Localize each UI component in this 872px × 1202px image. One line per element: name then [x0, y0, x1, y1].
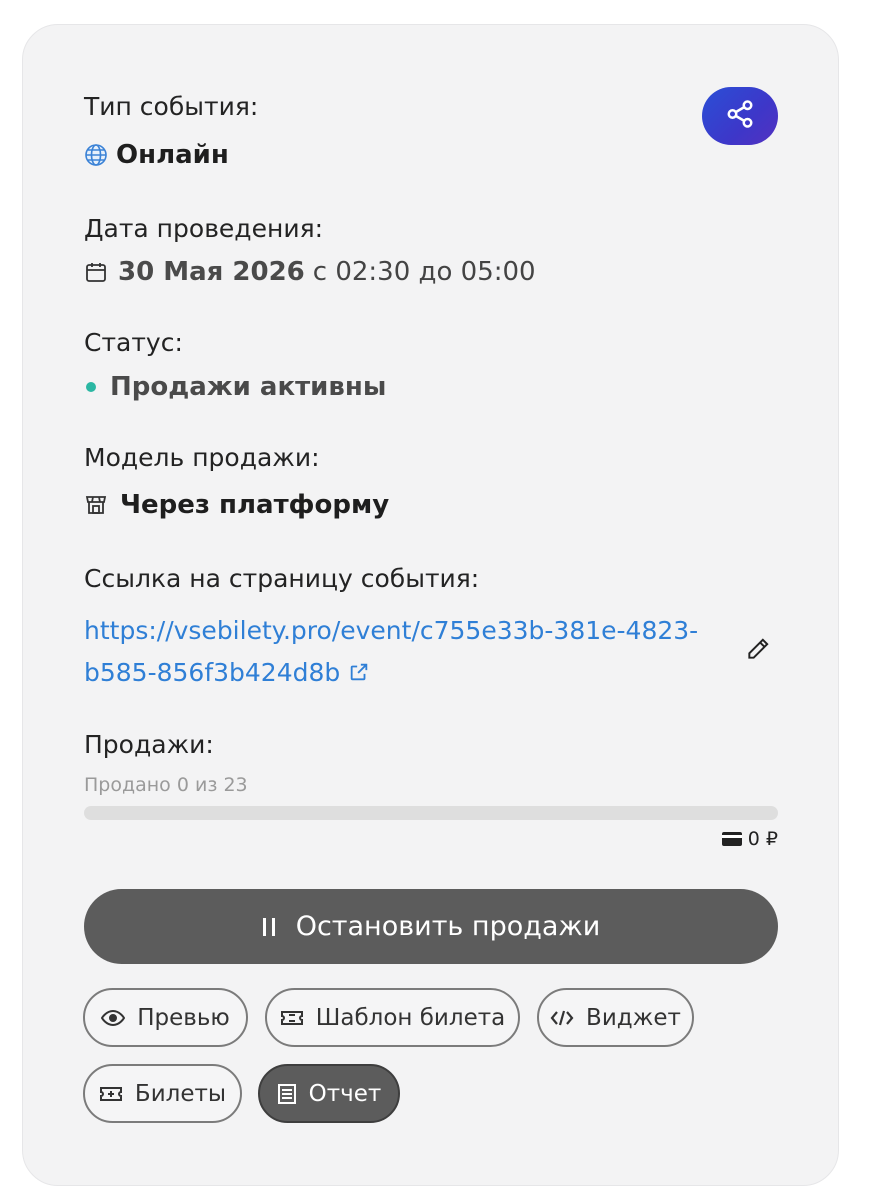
sales-model-text: Через платформу [120, 490, 390, 520]
stop-sales-label: Остановить продажи [295, 911, 601, 942]
share-icon [725, 99, 755, 133]
tickets-label: Билеты [134, 1080, 227, 1107]
calendar-icon [84, 260, 108, 284]
wallet-icon [721, 830, 743, 848]
globe-icon [84, 143, 108, 167]
event-link-line2[interactable]: b585-856f3b424d8b [84, 658, 340, 687]
sales-model-value: Через платформу [84, 490, 389, 520]
event-link-line1[interactable]: https://vsebilety.pro/event/c755e33b-381… [84, 616, 698, 645]
pencil-icon[interactable] [745, 636, 771, 666]
code-icon [550, 1008, 574, 1028]
time-text: с 02:30 до 05:00 [312, 257, 536, 287]
report-icon [277, 1083, 297, 1105]
status-label: Статус: [84, 328, 183, 357]
widget-label: Виджет [586, 1004, 681, 1031]
pause-icon [262, 917, 276, 937]
sales-progress-bar [84, 806, 778, 820]
store-icon [84, 493, 108, 517]
date-label: Дата проведения: [84, 214, 324, 243]
report-button[interactable]: Отчет [258, 1064, 400, 1123]
ticket-template-button[interactable]: Шаблон билета [265, 988, 520, 1047]
preview-button[interactable]: Превью [83, 988, 248, 1047]
widget-button[interactable]: Виджет [537, 988, 694, 1047]
sales-label: Продажи: [84, 730, 214, 759]
ticket-icon [280, 1008, 304, 1028]
report-label: Отчет [308, 1080, 382, 1107]
event-type-text: Онлайн [116, 140, 229, 170]
eye-icon [101, 1008, 126, 1028]
preview-label: Превью [137, 1004, 230, 1031]
status-value: Продажи активны [84, 372, 386, 402]
stop-sales-button[interactable]: Остановить продажи [84, 889, 778, 964]
event-type-label: Тип события: [84, 92, 259, 121]
ticket-template-label: Шаблон билета [315, 1004, 506, 1031]
event-link[interactable]: https://vsebilety.pro/event/c755e33b-381… [84, 610, 724, 696]
status-text: Продажи активны [110, 372, 387, 402]
revenue-value: 0 ₽ [747, 828, 778, 850]
sales-model-label: Модель продажи: [84, 443, 320, 472]
date-value: 30 Мая 2026 с 02:30 до 05:00 [84, 257, 536, 287]
event-link-label: Ссылка на страницу события: [84, 564, 480, 593]
status-dot [86, 382, 96, 392]
revenue: 0 ₽ [721, 828, 778, 850]
tickets-button[interactable]: Билеты [83, 1064, 242, 1123]
date-text: 30 Мая 2026 [118, 257, 305, 287]
external-link-icon[interactable] [348, 654, 370, 696]
ticket-plus-icon [99, 1084, 123, 1104]
sold-count-text: Продано 0 из 23 [84, 774, 248, 796]
event-type-value: Онлайн [84, 140, 229, 170]
share-button[interactable] [702, 87, 778, 145]
